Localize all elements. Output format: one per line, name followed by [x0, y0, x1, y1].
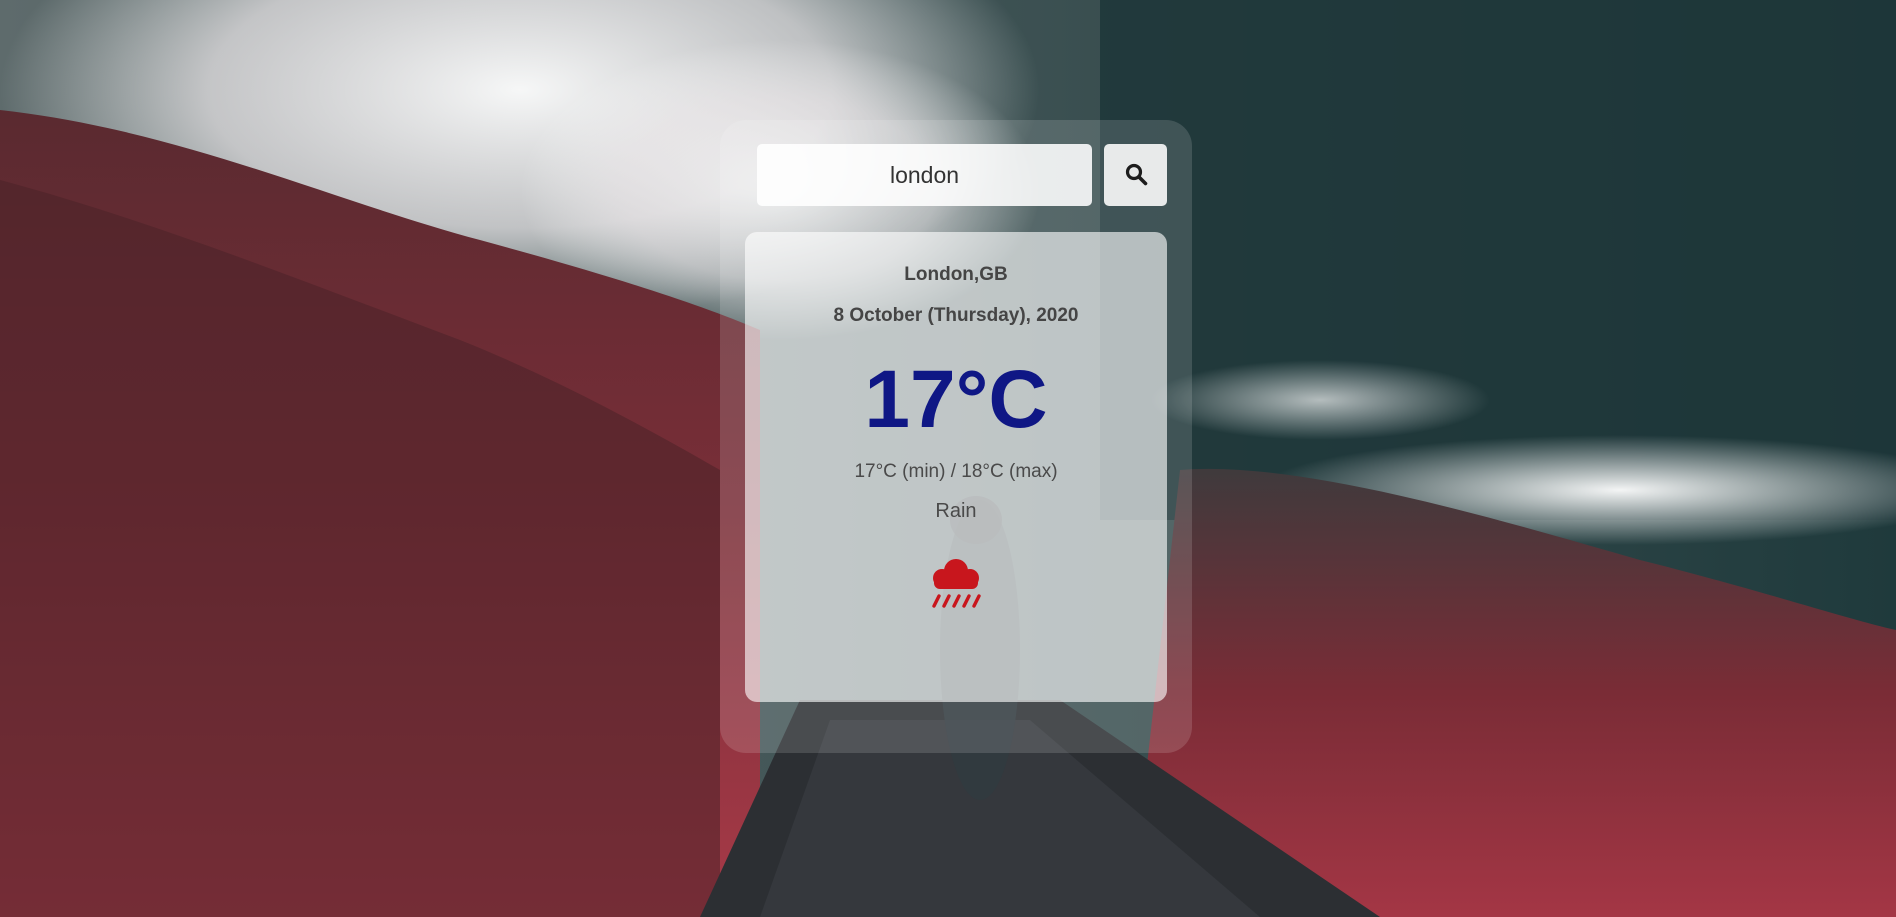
date-label: 8 October (Thursday), 2020: [833, 305, 1079, 326]
search-button[interactable]: [1104, 144, 1167, 206]
weather-card: London,GB 8 October (Thursday), 2020 17°…: [745, 232, 1167, 702]
city-search-input[interactable]: [757, 144, 1092, 206]
location-label: London,GB: [904, 264, 1008, 285]
rain-cloud-icon: [924, 554, 988, 618]
current-temperature: 17°C: [864, 354, 1048, 445]
min-max-temperature: 17°C (min) / 18°C (max): [854, 461, 1058, 482]
search-icon: [1124, 162, 1148, 189]
weather-condition: Rain: [935, 500, 977, 522]
